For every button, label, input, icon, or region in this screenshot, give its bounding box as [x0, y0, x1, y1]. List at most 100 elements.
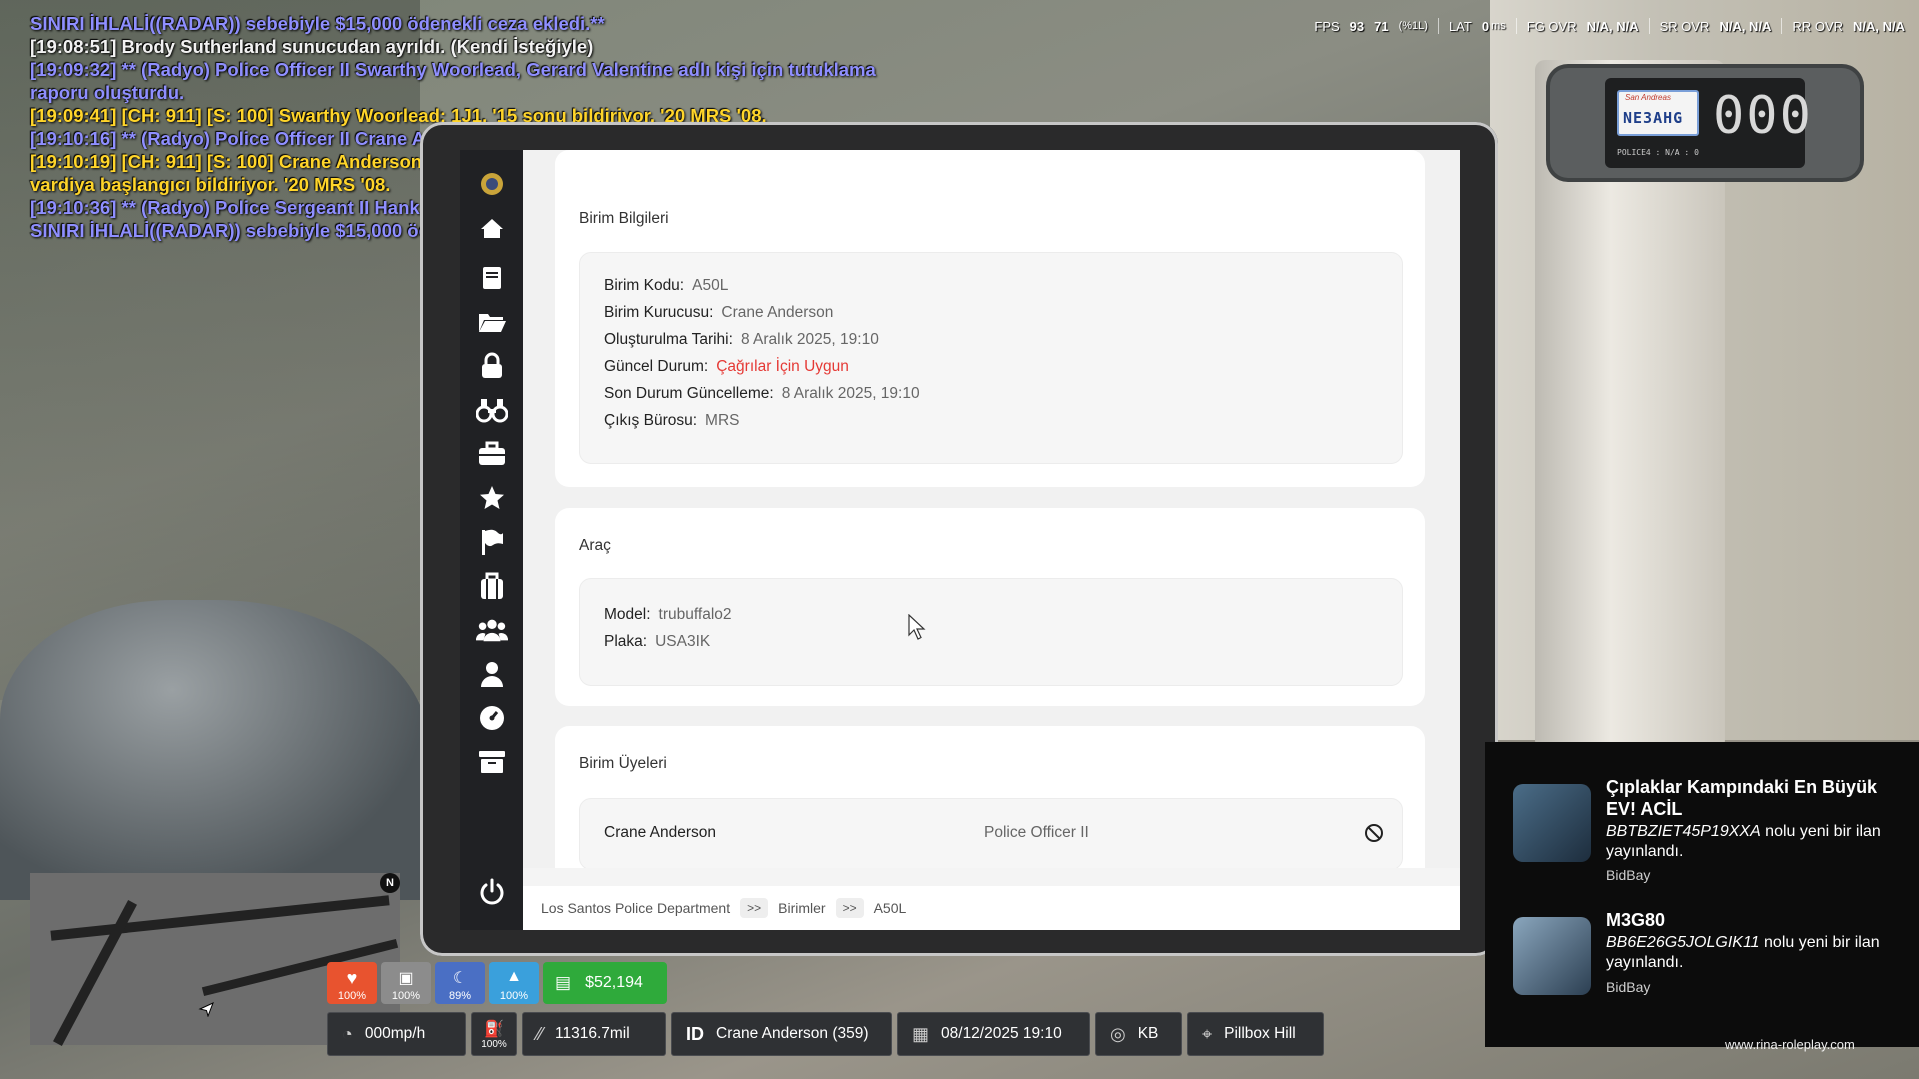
notification-body: BBTBZIET45P19XXA nolu yeni bir ilan yayı… — [1606, 822, 1906, 862]
power-icon[interactable] — [476, 876, 508, 908]
listing-code: BBTBZIET45P19XXA — [1606, 823, 1761, 840]
badge-icon[interactable] — [476, 168, 508, 200]
notification-source: BidBay — [1606, 979, 1651, 995]
listing-code: BB6E26G5JOLGIK11 — [1606, 934, 1760, 951]
home-icon[interactable] — [476, 212, 508, 244]
user-icon[interactable] — [476, 658, 508, 690]
book-icon[interactable] — [476, 262, 508, 294]
health-status: ♥ 100% — [327, 962, 377, 1004]
current-status-row: Güncel Durum: Çağrılar İçin Uygun — [604, 358, 849, 376]
unit-info-title: Birim Bilgileri — [579, 210, 669, 227]
field-value: USA3IK — [655, 633, 711, 650]
field-value: MRS — [705, 412, 740, 429]
thirst-status: ▲ 100% — [489, 962, 539, 1004]
fuel-pump-icon: ⛽ — [484, 1020, 504, 1038]
unit-code-row: Birim Kodu: A50L — [604, 277, 728, 295]
compass-icon: ◎ — [1110, 1023, 1126, 1044]
location-box: ⌖ Pillbox Hill — [1187, 1012, 1324, 1056]
archive-icon[interactable] — [476, 746, 508, 778]
breadcrumb-separator: >> — [835, 898, 864, 918]
notification-thumbnail — [1513, 917, 1591, 995]
status-value: Çağrılar İçin Uygun — [716, 358, 849, 375]
location-value: Pillbox Hill — [1224, 1025, 1296, 1042]
breadcrumb-current: A50L — [873, 900, 907, 916]
notification-panel: Çıplaklar Kampındaki En Büyük EV! ACİL B… — [1485, 742, 1919, 1047]
breadcrumb-separator: >> — [740, 898, 769, 918]
field-label: Birim Kurucusu: — [604, 304, 714, 321]
fps-value: 93 — [1349, 18, 1365, 34]
armor-value: 100% — [391, 990, 421, 1002]
rr-label: RR OVR — [1792, 18, 1843, 34]
divider — [1648, 18, 1650, 34]
chat-line: raporu oluşturdu. — [30, 82, 185, 103]
server-watermark: www.rina-roleplay.com — [1725, 1037, 1855, 1052]
gauge-icon[interactable] — [476, 702, 508, 734]
player-arrow-icon — [198, 1001, 214, 1022]
lat-value: 0 — [1481, 18, 1490, 34]
members-card: Birim Üyeleri Crane Anderson Police Offi… — [555, 726, 1425, 868]
divider — [1515, 18, 1517, 34]
chat-line: SINIRI İHLALİ((RADAR)) sebebiyle $15,000… — [30, 13, 605, 34]
remove-member-icon[interactable] — [1364, 823, 1384, 848]
plate-number: NE3AHG — [1623, 109, 1684, 127]
money-value: $52,194 — [585, 974, 643, 991]
field-label: Çıkış Bürosu: — [604, 412, 698, 429]
lock-icon[interactable] — [476, 350, 508, 382]
bureau-row: Çıkış Bürosu: MRS — [604, 412, 739, 430]
armor-status: ▣ 100% — [381, 962, 431, 1004]
members-title: Birim Üyeleri — [579, 755, 667, 772]
field-label: Plaka: — [604, 633, 648, 650]
notification-thumbnail — [1513, 784, 1591, 862]
briefcase-icon[interactable] — [476, 438, 508, 470]
north-indicator: N — [380, 873, 400, 893]
rr-value: N/A, N/A — [1853, 18, 1905, 34]
radar-label: POLICE4 : N/A : 0 — [1617, 148, 1699, 157]
field-value: A50L — [692, 277, 729, 294]
hunger-status: ☾ 89% — [435, 962, 485, 1004]
breadcrumb-department[interactable]: Los Santos Police Department — [541, 900, 730, 916]
breadcrumb-units[interactable]: Birimler — [778, 900, 825, 916]
member-name: Crane Anderson — [604, 824, 717, 841]
folder-open-icon[interactable] — [476, 306, 508, 338]
datetime-value: 08/12/2025 19:10 — [941, 1025, 1062, 1042]
breadcrumb: Los Santos Police Department >> Birimler… — [523, 886, 1460, 930]
radar-screen: San Andreas NE3AHG 000 POLICE4 : N/A : 0 — [1605, 78, 1811, 168]
chat-line: [19:08:51] Brody Sutherland sunucudan ay… — [30, 36, 594, 57]
member-rank: Police Officer II — [984, 824, 1089, 841]
fg-label: FG OVR — [1526, 18, 1577, 34]
member-row: Crane Anderson Police Officer II — [579, 798, 1403, 868]
fg-value: N/A, N/A — [1586, 18, 1639, 34]
fps-low-suffix: (%1L) — [1398, 20, 1428, 32]
fps-label: FPS — [1314, 18, 1340, 34]
player-name: Crane Anderson (359) — [716, 1025, 869, 1042]
food-icon: ☾ — [452, 970, 468, 987]
map-road — [50, 895, 390, 941]
heart-icon: ♥ — [346, 968, 358, 988]
field-label: Son Durum Güncelleme: — [604, 385, 774, 402]
suitcase-icon[interactable] — [476, 570, 508, 602]
unit-info-panel: Birim Kodu: A50L Birim Kurucusu: Crane And… — [579, 252, 1403, 464]
thirst-value: 100% — [499, 990, 529, 1002]
field-value: Crane Anderson — [721, 304, 834, 321]
vehicle-plate-row: Plaka: USA3IK — [604, 633, 710, 651]
field-label: Model: — [604, 606, 651, 623]
users-icon[interactable] — [476, 614, 508, 646]
field-label: Güncel Durum: — [604, 358, 709, 375]
binoculars-icon[interactable] — [476, 394, 508, 426]
speed-box: ◔ 000mp/h — [327, 1012, 466, 1056]
notification-title: M3G80 — [1606, 910, 1666, 930]
health-value: 100% — [337, 990, 367, 1002]
performance-overlay: FPS 93 71 (%1L) LAT 0 ms FG OVR N/A, N/A … — [1314, 18, 1905, 34]
lat-unit: ms — [1491, 20, 1506, 32]
wallet-icon: ▤ — [555, 973, 572, 992]
created-date-row: Oluşturulma Tarihi: 8 Aralık 2025, 19:10 — [604, 331, 879, 349]
player-id-box: ID Crane Anderson (359) — [671, 1012, 892, 1056]
star-icon[interactable] — [476, 482, 508, 514]
fuel-box: ⛽ 100% — [471, 1012, 517, 1056]
field-label: Birim Kodu: — [604, 277, 685, 294]
radar-display: San Andreas NE3AHG 000 POLICE4 : N/A : 0 — [1550, 68, 1860, 178]
hunger-value: 89% — [448, 990, 472, 1002]
flag-icon[interactable] — [476, 526, 508, 558]
plate-state: San Andreas — [1625, 93, 1671, 102]
tablet-content: Birim Bilgileri Birim Kodu: A50L Birim Ku… — [523, 150, 1460, 868]
